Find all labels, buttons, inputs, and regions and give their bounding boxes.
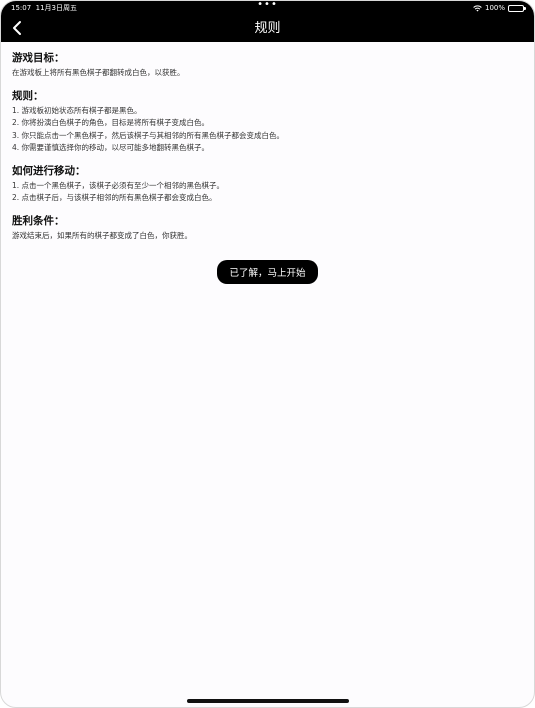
rules-content: 游戏目标： 在游戏板上将所有黑色棋子都翻转成白色，以获胜。 规则： 1. 游戏板… bbox=[1, 42, 534, 284]
back-chevron-icon[interactable] bbox=[9, 19, 27, 37]
section-goal: 游戏目标： 在游戏板上将所有黑色棋子都翻转成白色，以获胜。 bbox=[12, 50, 523, 80]
app-window: 15:07 11月3日周五 ••• 100% 规则 游戏目标： 在游戏板上将所有… bbox=[0, 0, 535, 708]
section-line: 2. 点击棋子后，与该棋子相邻的所有黑色棋子都会变成白色。 bbox=[12, 193, 217, 202]
page-title: 规则 bbox=[254, 21, 281, 36]
status-bar: 15:07 11月3日周五 ••• 100% bbox=[1, 1, 534, 15]
section-moves: 如何进行移动： 1. 点击一个黑色棋子，该棋子必须有至少一个相邻的黑色棋子。 2… bbox=[12, 163, 523, 205]
section-line: 游戏结束后，如果所有的棋子都变成了白色，你获胜。 bbox=[12, 230, 192, 240]
battery-percent: 100% bbox=[484, 4, 505, 12]
section-rules: 规则： 1. 游戏板初始状态所有棋子都是黑色。 2. 你将扮演白色棋子的角色，目… bbox=[12, 88, 523, 155]
section-line: 在游戏板上将所有黑色棋子都翻转成白色，以获胜。 bbox=[12, 68, 185, 77]
section-heading: 规则： bbox=[12, 89, 44, 102]
section-heading: 如何进行移动： bbox=[12, 164, 86, 177]
section-heading: 胜利条件： bbox=[12, 214, 65, 227]
multitask-dots[interactable]: ••• bbox=[1, 1, 534, 12]
section-line: 3. 你只能点击一个黑色棋子，然后该棋子与其相邻的所有黑色棋子都会变成白色。 bbox=[12, 130, 285, 140]
status-right: 100% bbox=[473, 1, 526, 15]
nav-bar: 规则 bbox=[1, 15, 534, 42]
section-win: 胜利条件： 游戏结束后，如果所有的棋子都变成了白色，你获胜。 bbox=[12, 213, 523, 243]
cta-wrap: 已了解，马上开始 bbox=[12, 260, 523, 284]
section-line: 2. 你将扮演白色棋子的角色，目标是将所有棋子变成白色。 bbox=[12, 118, 210, 127]
home-indicator[interactable] bbox=[186, 699, 349, 703]
section-heading: 游戏目标： bbox=[12, 52, 65, 64]
start-button[interactable]: 已了解，马上开始 bbox=[217, 260, 318, 284]
section-line: 4. 你需要谨慎选择你的移动，以尽可能多地翻转黑色棋子。 bbox=[12, 143, 210, 152]
section-line: 1. 游戏板初始状态所有棋子都是黑色。 bbox=[12, 105, 142, 115]
section-line: 1. 点击一个黑色棋子，该棋子必须有至少一个相邻的黑色棋子。 bbox=[12, 180, 225, 190]
wifi-icon bbox=[473, 5, 482, 11]
battery-icon bbox=[508, 4, 526, 12]
